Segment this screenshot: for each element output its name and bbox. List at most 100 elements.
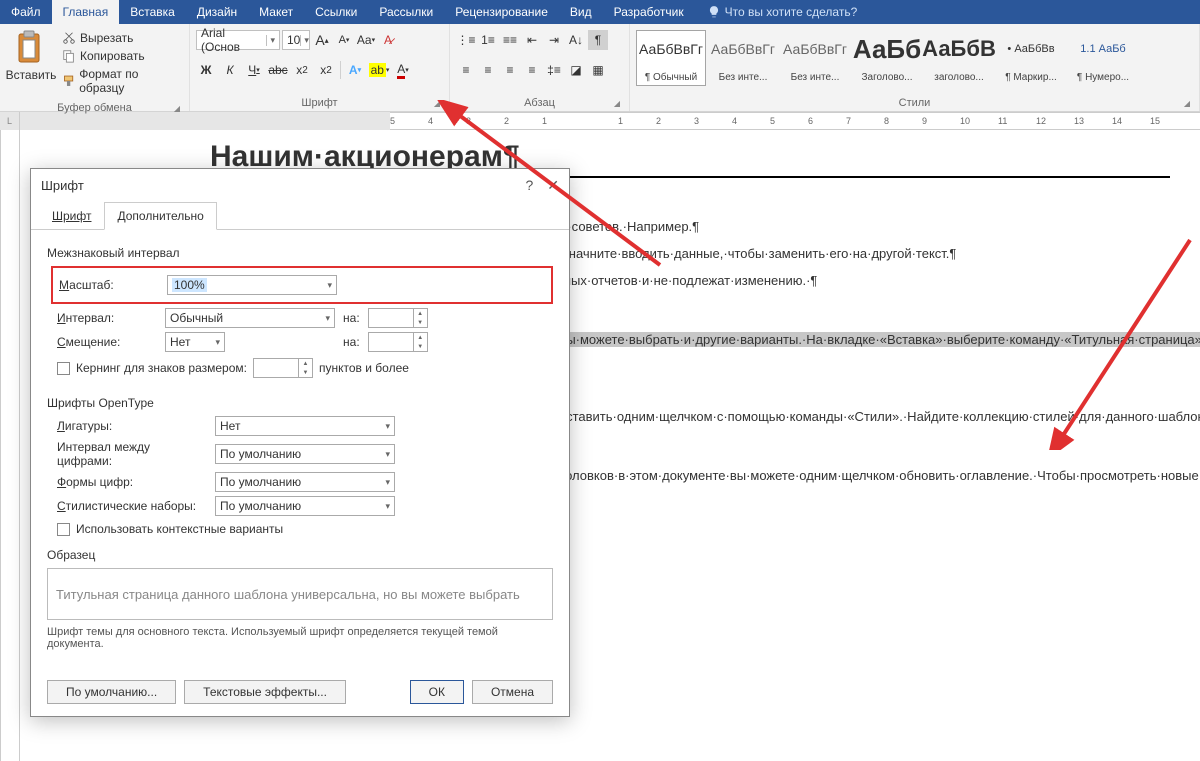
close-button[interactable]: ✕ [547,177,559,194]
group-styles: АаБбВвГг¶ ОбычныйАаБбВвГгБез инте...АаБб… [630,24,1200,111]
numspacing-combo[interactable]: По умолчанию▾ [215,444,395,464]
kerning-label: Кернинг для знаков размером: [76,361,247,375]
contextual-label: Использовать контекстные варианты [76,522,283,536]
kerning-suffix: пунктов и более [319,361,409,375]
subscript-button[interactable]: x2 [292,60,312,80]
tab-view[interactable]: Вид [559,0,603,24]
brush-icon [62,74,75,88]
strikethrough-button[interactable]: abc [268,60,288,80]
format-painter-button[interactable]: Формат по образцу [60,66,183,96]
menu-tabs: Файл Главная Вставка Дизайн Макет Ссылки… [0,0,1200,24]
cut-button[interactable]: Вырезать [60,30,183,46]
tab-mailings[interactable]: Рассылки [368,0,444,24]
help-button[interactable]: ? [525,177,533,194]
style-item[interactable]: АаБбВвГгБез инте... [708,30,778,86]
paste-button[interactable]: Вставить [6,30,56,82]
ok-button[interactable]: ОК [410,680,464,704]
styles-launcher[interactable]: ◢ [1181,97,1193,109]
superscript-button[interactable]: x2 [316,60,336,80]
style-item[interactable]: АаБбВзаголово... [924,30,994,86]
increase-indent-button[interactable]: ⇥ [544,30,564,50]
style-item[interactable]: АаБбВвГг¶ Обычный [636,30,706,86]
italic-button[interactable]: К [220,60,240,80]
preview-box: Титульная страница данного шаблона униве… [47,568,553,620]
paragraph-launcher[interactable]: ◢ [611,97,623,109]
spacing-combo[interactable]: Обычный▾ [165,308,335,328]
tab-insert[interactable]: Вставка [119,0,186,24]
spacing-value-spin[interactable]: ▲▼ [368,308,428,328]
dialog-tab-font[interactable]: Шрифт [39,202,104,230]
contextual-checkbox[interactable] [57,523,70,536]
stylesets-combo[interactable]: По умолчанию▾ [215,496,395,516]
clear-formatting-button[interactable]: A̷ [378,30,398,50]
opentype-section-label: Шрифты OpenType [47,396,553,410]
copy-icon [62,49,76,63]
stylesets-label: Стилистические наборы: [57,499,207,513]
underline-button[interactable]: Ч▾ [244,60,264,80]
ligatures-combo[interactable]: Нет▾ [215,416,395,436]
group-font: Arial (Основ▾ 10▾ A▴ A▾ Aa▾ A̷ Ж К Ч▾ ab… [190,24,450,111]
sort-button[interactable]: A↓ [566,30,586,50]
default-button[interactable]: По умолчанию... [47,680,176,704]
multilevel-button[interactable]: ≡≡ [500,30,520,50]
line-spacing-button[interactable]: ‡≡ [544,60,564,80]
tab-developer[interactable]: Разработчик [603,0,695,24]
shrink-font-button[interactable]: A▾ [334,30,354,50]
spacing-label: Интервал: [57,311,157,325]
align-right-button[interactable]: ≡ [500,60,520,80]
font-color-button[interactable]: A▾ [393,60,413,80]
shading-button[interactable]: ◪ [566,60,586,80]
highlight-button[interactable]: ab▾ [369,60,389,80]
tab-review[interactable]: Рецензирование [444,0,559,24]
align-center-button[interactable]: ≡ [478,60,498,80]
cancel-button[interactable]: Отмена [472,680,553,704]
align-left-button[interactable]: ≡ [456,60,476,80]
numforms-label: Формы цифр: [57,475,207,489]
tab-home[interactable]: Главная [52,0,120,24]
numspacing-label: Интервал между цифрами: [57,440,207,468]
dialog-tab-advanced[interactable]: Дополнительно [104,202,216,230]
preview-hint: Шрифт темы для основного текста. Использ… [47,626,553,650]
style-item[interactable]: АаБбЗаголово... [852,30,922,86]
numbering-button[interactable]: 1≡ [478,30,498,50]
tab-file[interactable]: Файл [0,0,52,24]
on-label: на: [343,311,360,325]
tell-me[interactable]: Что вы хотите сделать? [695,0,858,24]
text-effects-button[interactable]: Текстовые эффекты... [184,680,346,704]
font-size-combo[interactable]: 10▾ [282,30,310,50]
style-item[interactable]: 1.1 АаБб¶ Нумеро... [1068,30,1138,86]
bulb-icon [707,5,721,19]
font-launcher[interactable]: ◢ [431,97,443,109]
change-case-button[interactable]: Aa▾ [356,30,376,50]
position-value-spin[interactable]: ▲▼ [368,332,428,352]
style-item[interactable]: АаБбВвГгБез инте... [780,30,850,86]
clipboard-launcher[interactable]: ◢ [171,102,183,114]
tab-references[interactable]: Ссылки [304,0,368,24]
kerning-checkbox[interactable] [57,362,70,375]
bullets-button[interactable]: ⋮≡ [456,30,476,50]
show-marks-button[interactable]: ¶ [588,30,608,50]
numforms-combo[interactable]: По умолчанию▾ [215,472,395,492]
styles-label: Стили [899,97,931,109]
ligatures-label: Лигатуры: [57,419,207,433]
text-effects-button[interactable]: A▾ [345,60,365,80]
position-combo[interactable]: Нет▾ [165,332,225,352]
tab-layout[interactable]: Макет [248,0,304,24]
group-paragraph: ⋮≡ 1≡ ≡≡ ⇤ ⇥ A↓ ¶ ≡ ≡ ≡ ≡ ‡≡ ◪ ▦ Абзац◢ [450,24,630,111]
on-label-2: на: [343,335,360,349]
copy-button[interactable]: Копировать [60,48,183,64]
decrease-indent-button[interactable]: ⇤ [522,30,542,50]
style-item[interactable]: • АаБбВв¶ Маркир... [996,30,1066,86]
font-name-combo[interactable]: Arial (Основ▾ [196,30,280,50]
grow-font-button[interactable]: A▴ [312,30,332,50]
position-label: Смещение: [57,335,157,349]
tab-design[interactable]: Дизайн [186,0,248,24]
scale-combo[interactable]: 100%▾ [167,275,337,295]
ruler-vertical[interactable] [0,130,20,761]
justify-button[interactable]: ≡ [522,60,542,80]
spacing-section-label: Межзнаковый интервал [47,246,553,260]
font-label: Шрифт [301,97,337,109]
bold-button[interactable]: Ж [196,60,216,80]
borders-button[interactable]: ▦ [588,60,608,80]
kerning-value-spin[interactable]: ▲▼ [253,358,313,378]
